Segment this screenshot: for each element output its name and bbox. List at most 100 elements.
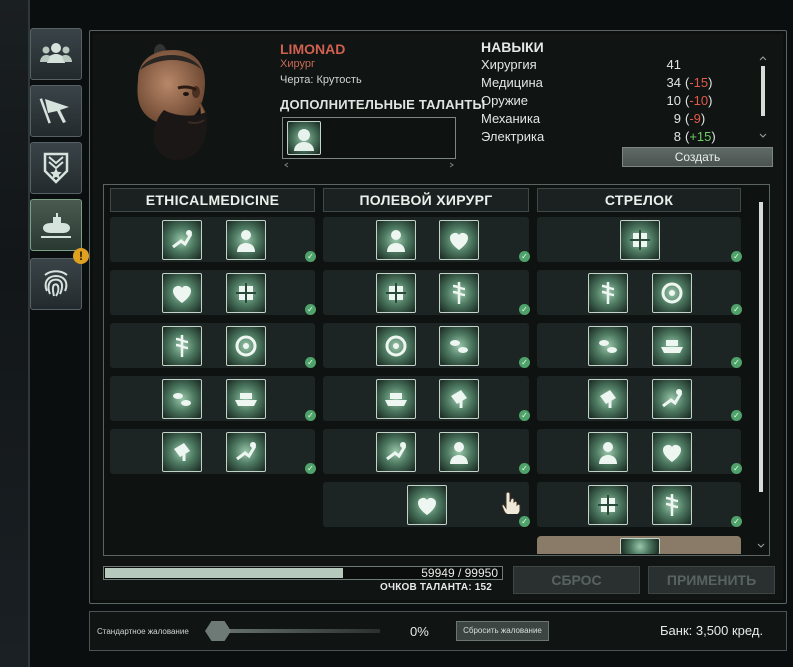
extra-talents-scrollbar[interactable] xyxy=(282,162,456,168)
talent-icon[interactable] xyxy=(407,485,447,525)
tree-column-title-2: ПОЛЕВОЙ ХИРУРГ xyxy=(323,188,529,212)
talent-points-label: ОЧКОВ ТАЛАНТА: 152 xyxy=(380,582,493,593)
talent-row xyxy=(537,482,741,527)
skill-name: Медицина xyxy=(481,75,543,90)
talent-icon[interactable] xyxy=(588,273,628,313)
tab-talents[interactable] xyxy=(30,258,82,310)
talent-glyph-icon xyxy=(450,442,468,464)
talent-icon[interactable] xyxy=(162,220,202,260)
talent-partial-icon[interactable] xyxy=(620,538,660,554)
unlocked-check-icon: ✓ xyxy=(731,463,742,474)
talent-glyph-icon xyxy=(599,340,617,353)
talent-icon[interactable] xyxy=(376,273,416,313)
tab-missions[interactable] xyxy=(30,85,82,137)
talent-glyph-icon xyxy=(172,230,193,249)
talent-icon[interactable] xyxy=(652,485,692,525)
talent-glyph-icon xyxy=(385,335,407,357)
talent-icon[interactable] xyxy=(226,220,266,260)
talent-glyph-icon xyxy=(386,442,407,461)
talent-icon[interactable] xyxy=(226,432,266,472)
talent-glyph-icon xyxy=(173,393,191,406)
skill-row: Оружие 10 (-10) xyxy=(481,92,751,110)
talent-row xyxy=(537,323,741,368)
talent-glyph-icon xyxy=(661,282,683,304)
talent-progress-fill xyxy=(105,568,343,578)
talent-row xyxy=(323,323,529,368)
extra-talent-icon[interactable] xyxy=(287,121,321,155)
create-button[interactable]: Создать xyxy=(622,147,773,167)
talent-glyph-icon xyxy=(386,283,406,303)
background-left xyxy=(0,0,30,667)
skill-value: 8 xyxy=(673,129,681,144)
tree-scrollbar[interactable] xyxy=(755,190,767,552)
talent-icon[interactable] xyxy=(376,326,416,366)
skill-name: Механика xyxy=(481,111,541,126)
skill-modifier: (-9) xyxy=(685,111,706,126)
talent-icon[interactable] xyxy=(439,273,479,313)
talent-icon[interactable] xyxy=(588,432,628,472)
talent-icon[interactable] xyxy=(226,379,266,419)
talent-icon[interactable] xyxy=(439,220,479,260)
talent-glyph-icon xyxy=(599,442,617,464)
unlocked-check-icon: ✓ xyxy=(519,251,530,262)
talent-icon[interactable] xyxy=(162,432,202,472)
talent-row xyxy=(110,429,315,474)
talent-glyph-icon xyxy=(387,230,405,252)
submarine-icon xyxy=(41,213,71,238)
talent-icon[interactable] xyxy=(162,326,202,366)
talent-glyph-icon xyxy=(665,494,679,516)
salary-slider-track[interactable] xyxy=(210,629,380,633)
talent-icon[interactable] xyxy=(652,326,692,366)
talent-icon[interactable] xyxy=(376,220,416,260)
talent-icon[interactable] xyxy=(376,379,416,419)
unlocked-check-icon: ✓ xyxy=(305,463,316,474)
talent-icon[interactable] xyxy=(588,379,628,419)
talent-icon[interactable] xyxy=(652,273,692,313)
talent-icon[interactable] xyxy=(162,379,202,419)
crew-icon xyxy=(40,43,72,63)
talent-icon[interactable] xyxy=(226,273,266,313)
unlocked-check-icon: ✓ xyxy=(731,357,742,368)
talent-glyph-icon xyxy=(663,445,681,462)
talent-icon[interactable] xyxy=(376,432,416,472)
skill-modifier: (-10) xyxy=(685,93,713,108)
talent-glyph-icon xyxy=(175,335,189,357)
talent-glyph-icon xyxy=(237,230,255,252)
talent-icon[interactable] xyxy=(162,273,202,313)
reset-button[interactable]: СБРОС xyxy=(513,566,640,594)
talent-icon[interactable] xyxy=(652,432,692,472)
talent-glyph-icon xyxy=(662,389,683,408)
talent-icon[interactable] xyxy=(439,326,479,366)
talent-glyph-icon xyxy=(601,282,615,304)
talent-row xyxy=(537,376,741,421)
talent-icon[interactable] xyxy=(439,432,479,472)
talent-icon[interactable] xyxy=(652,379,692,419)
tree-column-title-3: СТРЕЛОК xyxy=(537,188,741,212)
talent-row xyxy=(323,217,529,262)
hand-cursor-icon xyxy=(501,491,521,514)
talent-icon[interactable] xyxy=(620,220,660,260)
talent-icon[interactable] xyxy=(439,379,479,419)
skill-name: Хирургия xyxy=(481,57,537,72)
talent-icon[interactable] xyxy=(588,326,628,366)
unlocked-check-icon: ✓ xyxy=(305,304,316,315)
skill-value: 41 xyxy=(666,57,681,72)
tab-reputation[interactable] xyxy=(30,142,82,194)
talent-glyph-icon xyxy=(235,393,257,406)
apply-button[interactable]: ПРИМЕНИТЬ xyxy=(648,566,775,594)
talent-glyph-icon xyxy=(598,495,618,515)
talent-glyph-icon xyxy=(450,340,468,353)
unlocked-check-icon: ✓ xyxy=(519,304,530,315)
unlocked-check-icon: ✓ xyxy=(731,251,742,262)
tab-submarine[interactable] xyxy=(30,199,82,251)
character-name: LIMONAD xyxy=(280,41,346,57)
reset-salary-button[interactable]: Сбросить жалование xyxy=(456,621,549,641)
skill-modifier: (-15) xyxy=(685,75,713,90)
bank-balance: Банк: 3,500 кред. xyxy=(660,623,764,638)
tab-crew[interactable] xyxy=(30,28,82,80)
skill-value: 9 xyxy=(673,111,681,126)
skills-scrollbar[interactable] xyxy=(758,56,768,140)
talent-icon[interactable] xyxy=(588,485,628,525)
unlocked-check-icon: ✓ xyxy=(731,410,742,421)
talent-icon[interactable] xyxy=(226,326,266,366)
